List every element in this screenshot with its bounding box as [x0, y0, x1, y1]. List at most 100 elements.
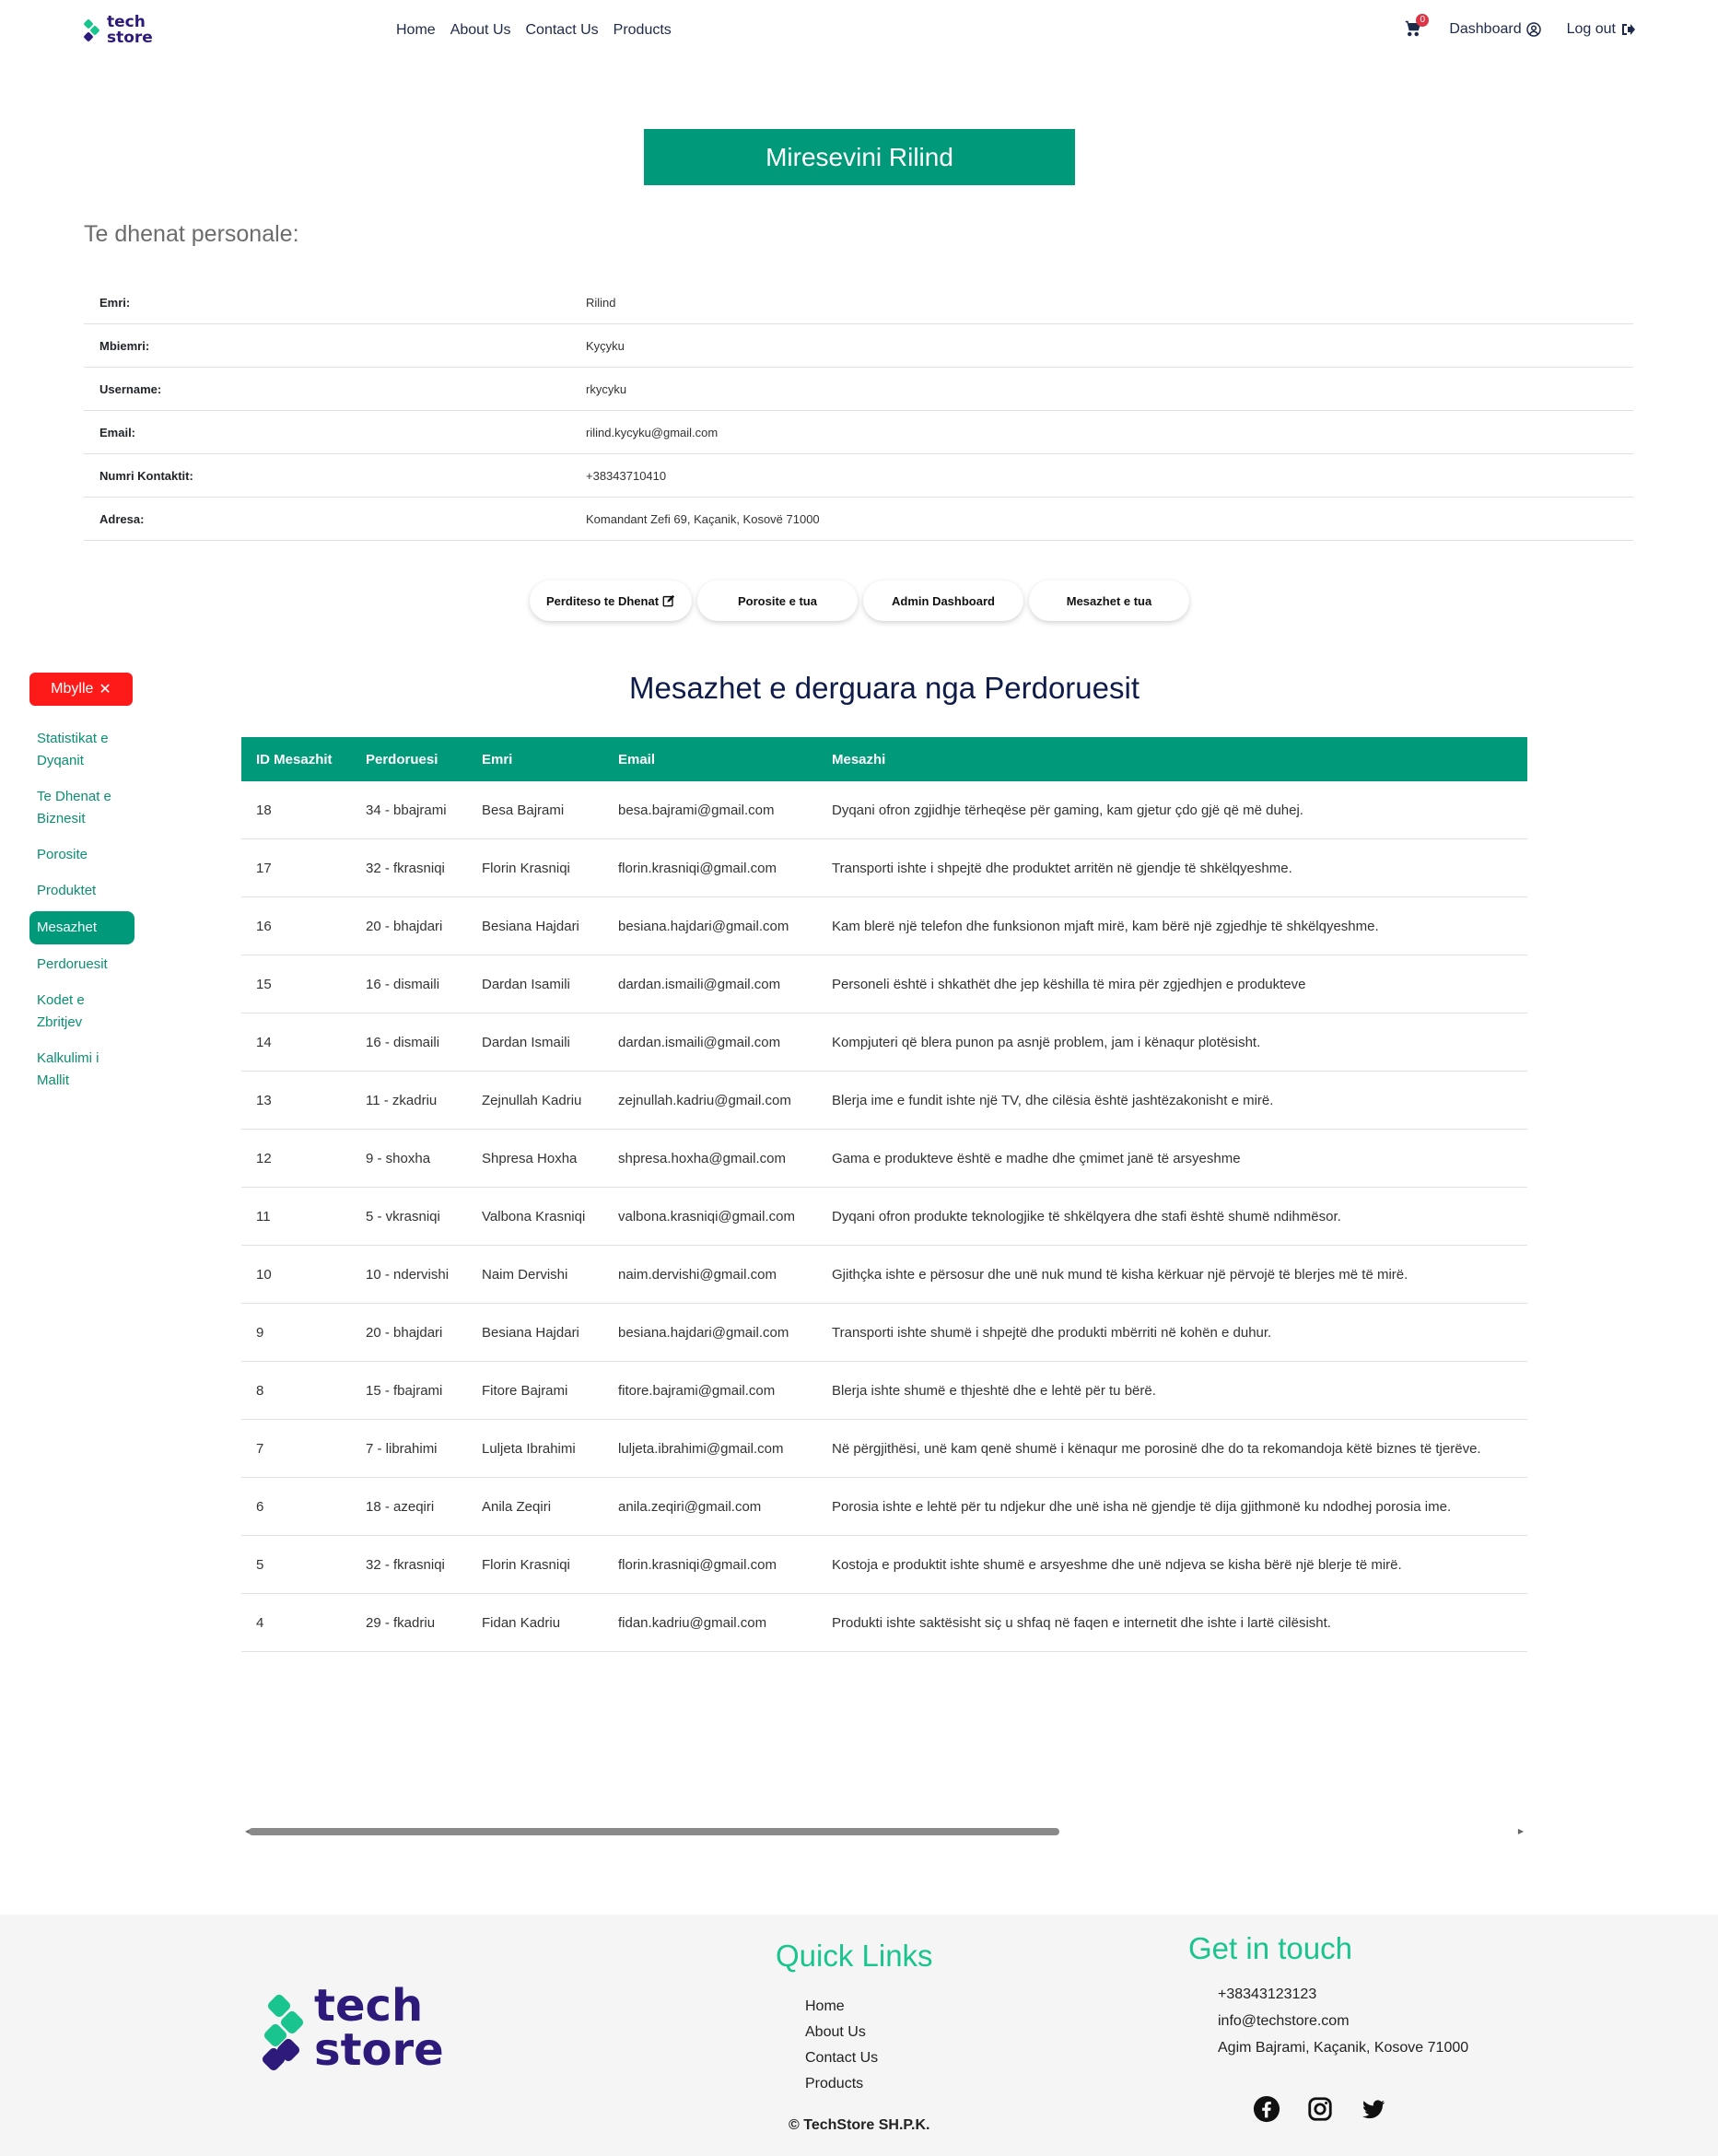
logout-label: Log out — [1566, 21, 1616, 37]
message-name: Florin Krasniqi — [482, 1556, 570, 1573]
message-email: besa.bajrami@gmail.com — [618, 802, 775, 818]
message-email: besiana.hajdari@gmail.com — [618, 1324, 789, 1341]
message-id: 13 — [256, 1092, 272, 1108]
field-value: rilind.kycyku@gmail.com — [586, 425, 719, 439]
footer-link-about[interactable]: About Us — [805, 2020, 878, 2045]
scroll-right-icon[interactable]: ▶ — [1518, 1827, 1524, 1835]
message-text: Dyqani ofron produkte teknologjike të sh… — [832, 1208, 1341, 1224]
nav-about[interactable]: About Us — [450, 22, 511, 39]
contact-email: info@techstore.com — [1218, 2013, 1350, 2029]
message-name: Dardan Isamili — [482, 976, 570, 992]
message-id: 16 — [256, 918, 272, 934]
close-sidebar-button[interactable]: Mbylle ✕ — [29, 673, 133, 706]
message-user: 20 - bhajdari — [366, 1324, 443, 1341]
copyright: © TechStore SH.P.K. — [789, 2117, 930, 2133]
personal-data-title: Te dhenat personale: — [84, 221, 299, 247]
message-user: 18 - azeqiri — [366, 1498, 435, 1515]
sidebar-item-produktet[interactable]: Produktet — [29, 880, 134, 902]
messages-table: ID Mesazhit Perdoruesi Emri Email Mesazh… — [241, 737, 1527, 1658]
sidebar-item-biznesi[interactable]: Te Dhenat e Biznesit — [29, 786, 134, 830]
message-text: Kompjuteri që blera punon pa asnjë probl… — [832, 1034, 1261, 1050]
footer-link-home[interactable]: Home — [805, 1994, 878, 2020]
message-id: 18 — [256, 802, 272, 818]
nav-home[interactable]: Home — [396, 22, 436, 39]
sidebar-item-kodet[interactable]: Kodet e Zbritjev — [29, 990, 134, 1034]
message-email: zejnullah.kadriu@gmail.com — [618, 1092, 791, 1108]
table-row: 10 10 - ndervishi Naim Dervishi naim.dervis… — [241, 1246, 1527, 1304]
logout-link[interactable]: Log out — [1567, 21, 1635, 38]
cart-button[interactable]: 0 — [1405, 14, 1430, 39]
table-row: 17 32 - fkrasniqi Florin Krasniqi florin.kr… — [241, 839, 1527, 897]
contact-address: Agim Bajrami, Kaçanik, Kosove 71000 — [1218, 2040, 1469, 2056]
field-label: Numri Kontaktit: — [99, 468, 193, 483]
message-name: Besiana Hajdari — [482, 1324, 579, 1341]
close-label: Mbylle — [51, 681, 94, 697]
message-user: 5 - vkrasniqi — [366, 1208, 440, 1224]
field-value: +38343710410 — [586, 468, 667, 483]
header-right: 0 Dashboard Log out — [1405, 14, 1635, 39]
table-row: 11 5 - vkrasniqi Valbona Krasniqi valbona.k… — [241, 1188, 1527, 1246]
top-navbar: tech store Home About Us Contact Us Prod… — [0, 0, 1718, 64]
welcome-banner: Miresevini Rilind — [644, 129, 1075, 185]
admin-dashboard-button[interactable]: Admin Dashboard — [863, 580, 1023, 621]
message-email: shpresa.hoxha@gmail.com — [618, 1150, 786, 1166]
instagram-icon[interactable] — [1306, 2095, 1334, 2123]
footer-link-products[interactable]: Products — [805, 2071, 878, 2097]
message-email: fitore.bajrami@gmail.com — [618, 1382, 776, 1399]
message-user: 7 - librahimi — [366, 1440, 438, 1457]
header-name: Emri — [482, 751, 513, 767]
message-email: florin.krasniqi@gmail.com — [618, 1556, 777, 1573]
nav-contact[interactable]: Contact Us — [526, 22, 599, 39]
twitter-icon[interactable] — [1360, 2095, 1387, 2123]
sidebar-item-perdoruesit[interactable]: Perdoruesit — [29, 954, 134, 976]
message-user: 16 - dismaili — [366, 1034, 440, 1050]
message-user: 34 - bbajrami — [366, 802, 447, 818]
brand-logo[interactable]: tech store — [83, 15, 153, 46]
message-text: Blerja ishte shumë e thjeshtë dhe e leht… — [832, 1382, 1156, 1399]
personal-data-table: Emri: Rilind Mbiemri: Kyçyku Username: rkyc… — [84, 281, 1633, 541]
table-row: 14 16 - dismaili Dardan Ismaili dardan.isma… — [241, 1014, 1527, 1072]
message-user: 29 - fkadriu — [366, 1614, 436, 1631]
facebook-icon[interactable] — [1253, 2095, 1280, 2123]
table-row: 16 20 - bhajdari Besiana Hajdari besiana.ha… — [241, 897, 1527, 955]
message-id: 15 — [256, 976, 272, 992]
sidebar-item-porosite[interactable]: Porosite — [29, 844, 134, 866]
header-message: Mesazhi — [832, 751, 886, 767]
message-id: 12 — [256, 1150, 272, 1166]
table-row: 4 29 - fkadriu Fidan Kadriu fidan.kadriu@gm… — [241, 1594, 1527, 1652]
message-id: 8 — [256, 1382, 264, 1399]
field-value: Rilind — [586, 295, 616, 310]
sidebar-item-mesazhet[interactable]: Mesazhet — [29, 911, 134, 944]
table-row: 15 16 - dismaili Dardan Isamili dardan.isma… — [241, 955, 1527, 1014]
header-email: Email — [618, 751, 656, 767]
message-user: 16 - dismaili — [366, 976, 440, 992]
message-text: Kostoja e produktit ishte shumë e arsyes… — [832, 1556, 1402, 1573]
message-id: 6 — [256, 1498, 264, 1515]
my-orders-button[interactable]: Porosite e tua — [697, 580, 858, 621]
personal-row: Email: rilind.kycyku@gmail.com — [84, 411, 1633, 454]
message-name: Florin Krasniqi — [482, 860, 570, 876]
message-id: 9 — [256, 1324, 264, 1341]
message-name: Besiana Hajdari — [482, 918, 579, 934]
sidebar-item-kalkulimi[interactable]: Kalkulimi i Mallit — [29, 1048, 134, 1092]
message-id: 17 — [256, 860, 272, 876]
message-id: 11 — [256, 1208, 271, 1224]
field-value: rkycyku — [586, 381, 627, 396]
sidebar-item-statistikat[interactable]: Statistikat e Dyqanit — [29, 728, 134, 772]
messages-title: Mesazhet e derguara nga Perdoruesit — [628, 671, 1139, 705]
dashboard-link[interactable]: Dashboard — [1449, 21, 1541, 38]
main-nav: Home About Us Contact Us Products — [396, 22, 672, 39]
my-messages-button[interactable]: Mesazhet e tua — [1029, 580, 1189, 621]
message-text: Transporti ishte shumë i shpejtë dhe pro… — [832, 1324, 1272, 1341]
field-label: Email: — [99, 425, 136, 439]
update-data-button[interactable]: Perditeso te Dhenat — [530, 580, 692, 621]
message-email: fidan.kadriu@gmail.com — [618, 1614, 767, 1631]
message-email: valbona.krasniqi@gmail.com — [618, 1208, 795, 1224]
table-horizontal-scrollbar[interactable]: ◀ ▶ — [241, 1824, 1527, 1837]
footer-logo-text: tech store — [314, 1980, 444, 2076]
scrollbar-thumb[interactable] — [249, 1828, 1059, 1835]
table-row: 9 20 - bhajdari Besiana Hajdari besiana.haj… — [241, 1304, 1527, 1362]
nav-products[interactable]: Products — [614, 22, 672, 39]
footer-link-contact[interactable]: Contact Us — [805, 2045, 878, 2071]
personal-row: Username: rkycyku — [84, 368, 1633, 411]
